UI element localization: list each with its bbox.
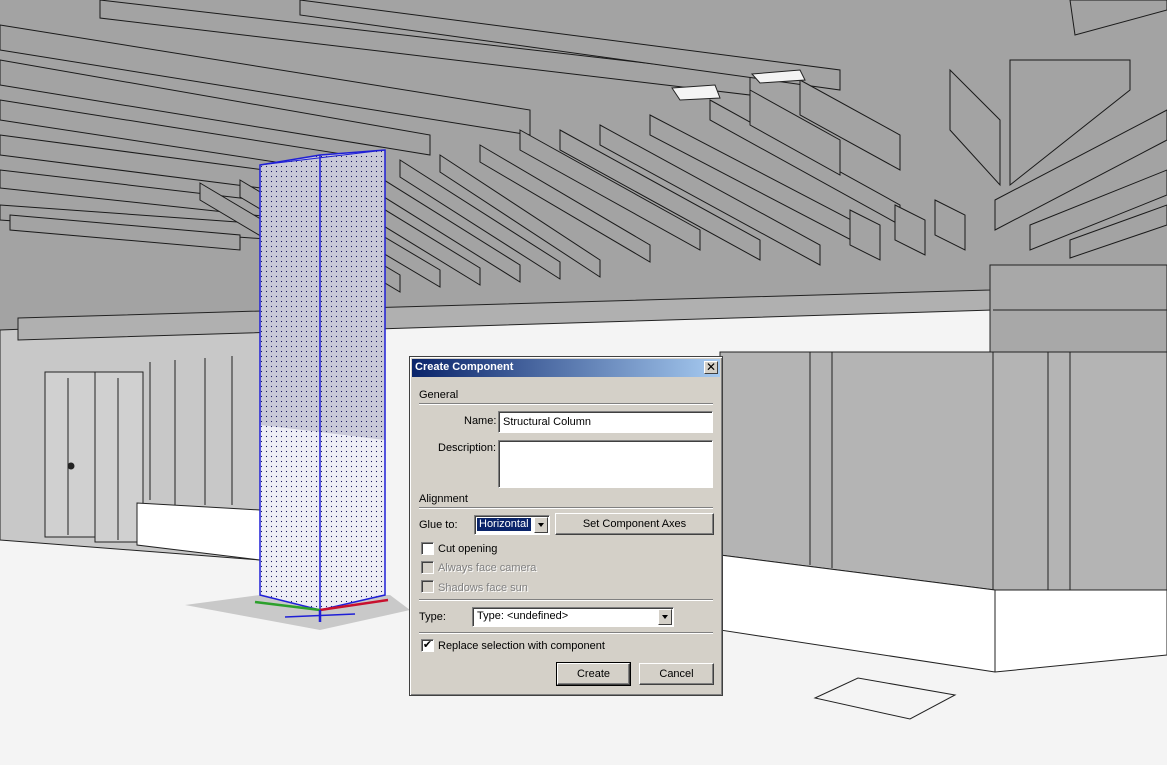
cut-opening-label: Cut opening (438, 543, 498, 555)
set-component-axes-button[interactable]: Set Component Axes (555, 513, 714, 535)
dialog-titlebar[interactable]: Create Component ✕ (412, 359, 720, 377)
dialog-title: Create Component (415, 361, 514, 373)
general-divider (419, 403, 713, 405)
glue-to-value: Horizontal (477, 518, 531, 531)
create-button[interactable]: Create (556, 662, 631, 686)
right-wall (719, 351, 1167, 591)
replace-selection-checkbox[interactable]: ✔ (421, 639, 434, 652)
shadows-face-sun-checkbox (421, 580, 434, 593)
cut-opening-checkbox[interactable] (421, 542, 434, 555)
type-label: Type: (419, 611, 446, 623)
name-field[interactable] (498, 411, 713, 433)
structural-column-selected (259, 149, 386, 611)
general-section-label: General (419, 389, 459, 401)
alignment-section-label: Alignment (419, 493, 468, 505)
glue-to-select[interactable]: Horizontal (474, 515, 550, 535)
description-field[interactable] (498, 440, 713, 488)
type-divider-bottom (419, 632, 713, 634)
description-label: Description: (438, 442, 497, 454)
type-value: Type: <undefined> (477, 610, 569, 622)
always-face-camera-label: Always face camera (438, 562, 537, 574)
elevator-doors (44, 371, 144, 543)
name-label: Name: (464, 415, 497, 427)
type-select[interactable]: Type: <undefined> (472, 607, 674, 627)
create-component-dialog: Create Component ✕ General Name: Descrip… (409, 356, 723, 696)
shadows-face-sun-label: Shadows face sun (438, 582, 528, 594)
always-face-camera-checkbox (421, 561, 434, 574)
glue-to-label: Glue to: (419, 519, 458, 531)
close-icon[interactable]: ✕ (704, 361, 718, 374)
cancel-button[interactable]: Cancel (639, 663, 714, 685)
chevron-down-icon[interactable] (658, 609, 672, 625)
alignment-divider (419, 507, 713, 509)
type-divider-top (419, 599, 713, 601)
replace-selection-label: Replace selection with component (438, 640, 605, 652)
chevron-down-icon[interactable] (534, 517, 548, 533)
